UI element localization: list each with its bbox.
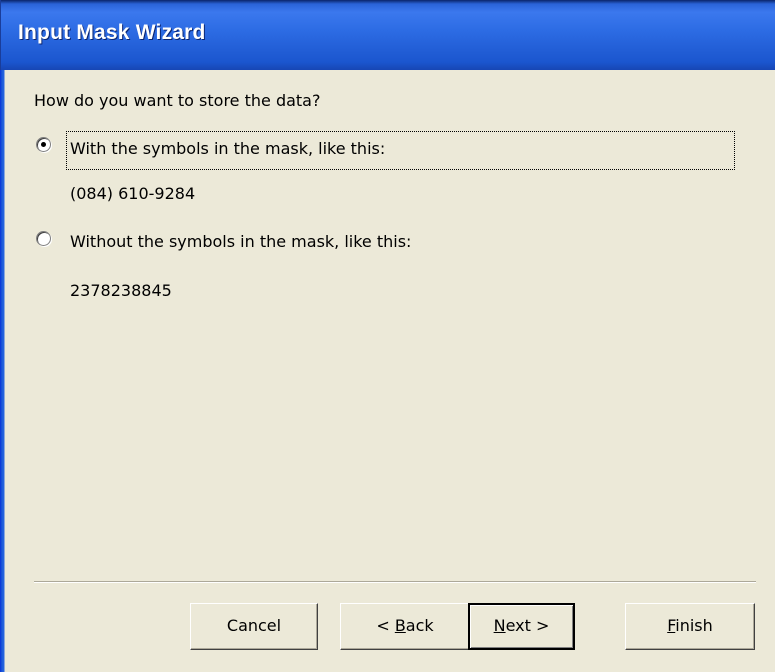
radio-selected-dot xyxy=(41,142,46,147)
back-button[interactable]: < Back xyxy=(340,603,470,650)
radio-label-with-symbols[interactable]: With the symbols in the mask, like this: xyxy=(70,139,385,158)
back-button-mnemonic: B xyxy=(394,616,406,635)
radio-without-symbols[interactable] xyxy=(36,231,51,246)
example-without-symbols: 2378238845 xyxy=(70,281,172,300)
radio-with-symbols[interactable] xyxy=(36,137,51,152)
back-button-rest: ack xyxy=(405,616,434,635)
radio-label-without-symbols[interactable]: Without the symbols in the mask, like th… xyxy=(70,232,411,251)
title-bar[interactable]: Input Mask Wizard xyxy=(0,0,775,70)
question-label: How do you want to store the data? xyxy=(34,91,321,110)
window-frame-left xyxy=(0,70,5,672)
cancel-button-label: Cancel xyxy=(226,616,282,635)
back-button-prefix: < xyxy=(376,616,395,635)
next-button-rest: ext > xyxy=(505,616,550,635)
next-button-mnemonic: N xyxy=(493,616,506,635)
cancel-button[interactable]: Cancel xyxy=(190,603,318,650)
finish-button[interactable]: Finish xyxy=(625,603,755,650)
next-button[interactable]: Next > xyxy=(468,603,575,650)
separator-line xyxy=(34,581,756,583)
input-mask-wizard-dialog: Input Mask Wizard How do you want to sto… xyxy=(0,0,775,672)
window-title: Input Mask Wizard xyxy=(18,21,206,44)
finish-button-rest: inish xyxy=(675,616,713,635)
example-with-symbols: (084) 610-9284 xyxy=(70,184,196,203)
